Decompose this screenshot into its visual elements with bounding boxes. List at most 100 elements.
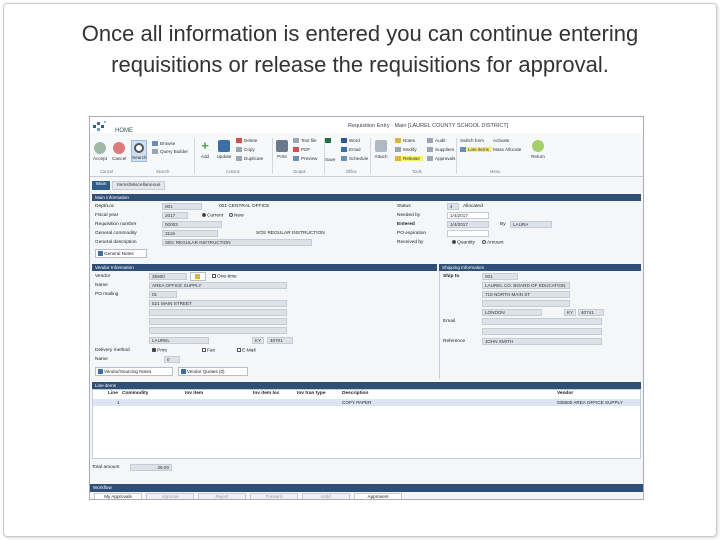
po-expiration-input[interactable] — [447, 230, 489, 237]
column-header-inv-item-loc[interactable]: Inv item loc — [253, 390, 279, 398]
approvals-button[interactable]: Approvals — [427, 156, 455, 162]
needed-by-input[interactable]: 1/4/2017 — [447, 212, 489, 219]
preview-icon — [293, 156, 299, 162]
text-file-label: Text file — [301, 138, 317, 143]
quantity-radio[interactable]: Quantity — [452, 240, 475, 245]
my-approvals-button[interactable]: My Approvals — [94, 493, 142, 499]
general-description-label: General description — [95, 240, 137, 245]
cancel-button[interactable]: Cancel — [112, 142, 126, 161]
email-checkbox[interactable]: E-Mail — [237, 348, 256, 353]
pdf-button[interactable]: PDF — [293, 147, 310, 153]
print-button[interactable]: Print — [275, 140, 289, 159]
column-header-description[interactable]: Description — [342, 390, 368, 398]
tab-miscellaneous[interactable]: Items/Miscellaneous — [112, 181, 166, 190]
copy-button[interactable]: Copy — [236, 147, 255, 153]
search-button[interactable]: Search — [131, 140, 147, 162]
tab-main[interactable]: Main — [92, 181, 111, 190]
ship-name-field[interactable]: LAUREL CO. BOARD OF EDUCATION — [482, 282, 570, 289]
one-time-checkbox[interactable]: One-time — [212, 274, 237, 279]
ship-address-line-2[interactable] — [482, 300, 570, 307]
vendor-quotes-button[interactable]: Vendor Quotes (0) — [178, 367, 248, 376]
ship-to-input[interactable]: 001 — [482, 273, 518, 280]
word-button[interactable]: Word — [341, 138, 360, 144]
activate-button[interactable]: Activate — [493, 138, 509, 143]
modify-button[interactable]: Modify — [395, 147, 417, 153]
vendor-lookup-button[interactable] — [190, 272, 206, 281]
release-button[interactable]: Release — [395, 156, 423, 162]
query-builder-button[interactable]: Query Builder — [152, 149, 188, 155]
vendor-sourcing-notes-button[interactable]: Vendor/Sourcing Notes — [95, 367, 173, 376]
dept-loc-input[interactable]: 001 — [162, 203, 202, 210]
amount-radio[interactable]: Amount — [482, 240, 504, 245]
new-label: New — [234, 213, 244, 219]
ship-to-label: Ship to — [443, 274, 460, 279]
approvers-button[interactable]: Approvers — [354, 493, 402, 499]
print-checkbox[interactable]: Print — [152, 348, 167, 353]
vendor-address-line-2[interactable] — [149, 309, 287, 316]
fiscal-year-input[interactable]: 2017 — [162, 212, 188, 219]
delete-icon — [236, 138, 242, 144]
accept-button[interactable]: Accept — [93, 142, 107, 161]
approve-button[interactable]: Approve — [146, 493, 194, 499]
duplicate-button[interactable]: Duplicate — [236, 156, 263, 162]
vendor-city-field[interactable]: LAUREL — [149, 337, 209, 344]
preview-button[interactable]: Preview — [293, 156, 317, 162]
add-button[interactable]: + Add — [198, 139, 212, 159]
vendor-state-field[interactable]: KY — [252, 337, 264, 344]
reference-input[interactable]: JOHN SMITH — [482, 338, 602, 345]
ship-state-field[interactable]: KY — [564, 309, 576, 316]
new-radio[interactable]: New — [229, 213, 244, 218]
attach-button[interactable]: Attach — [373, 140, 389, 159]
column-header-vendor[interactable]: Vendor — [557, 390, 573, 398]
ship-address-field[interactable]: 718 NORTH MAIN ST — [482, 291, 570, 298]
return-button[interactable]: Return — [530, 140, 546, 159]
vendor-address-line-3[interactable] — [149, 318, 287, 325]
notes-button[interactable]: Notes — [395, 138, 415, 144]
ribbon-separator — [272, 138, 273, 174]
ship-email-input[interactable] — [482, 318, 602, 325]
column-header-inv-item[interactable]: Inv item — [185, 390, 203, 398]
ship-city-field[interactable]: LONDON — [482, 309, 542, 316]
schedule-button[interactable]: Schedule — [341, 156, 368, 162]
name-field[interactable]: 0 — [164, 356, 180, 363]
fiscal-year-label: Fiscal year — [95, 213, 119, 218]
line-items-icon — [460, 147, 466, 153]
general-description-input[interactable]: SEC REGULAR INSTRUCTION — [162, 239, 312, 246]
excel-button[interactable] — [325, 138, 333, 144]
mass-allocate-button[interactable]: Mass Allocate — [493, 147, 521, 152]
switch-form-button[interactable]: Switch form — [460, 138, 484, 143]
fax-checkbox[interactable]: Fax — [202, 348, 215, 353]
email-label: Email — [349, 147, 361, 152]
column-header-inv-tran-type[interactable]: Inv tran type — [297, 390, 326, 398]
cancel-label: Cancel — [112, 156, 127, 161]
column-header-commodity[interactable]: Commodity — [122, 390, 148, 398]
save-button[interactable]: Save — [325, 157, 335, 162]
forward-button[interactable]: Forward — [250, 493, 298, 499]
vendor-address-line-4[interactable] — [149, 327, 287, 334]
vendor-address-line[interactable]: 521 MAIN STREET — [149, 300, 287, 307]
vendor-info-panel: Vendor 35600 One-time Name AREA OFFICE S… — [92, 271, 437, 379]
update-pencil-icon — [218, 140, 230, 152]
vendor-zip-field[interactable]: 40701 — [267, 337, 293, 344]
current-radio[interactable]: Current — [202, 213, 223, 218]
vendor-name-field[interactable]: AREA OFFICE SUPPLY — [149, 282, 287, 289]
suppliers-button[interactable]: Suppliers — [427, 147, 454, 153]
ship-extra-field[interactable] — [482, 328, 602, 335]
browse-button[interactable]: Browse — [152, 141, 175, 147]
audit-button[interactable]: Audit — [427, 138, 445, 144]
cell-description: COPY PAPER — [342, 400, 372, 405]
email-button[interactable]: Email — [341, 147, 361, 153]
general-commodity-input[interactable]: 3116 — [162, 230, 218, 237]
line-items-button[interactable]: Line items — [460, 147, 492, 153]
reject-button[interactable]: Reject — [198, 493, 246, 499]
vendor-input[interactable]: 35600 — [149, 273, 187, 280]
requisition-number-input[interactable]: 00003 — [162, 221, 222, 228]
text-file-button[interactable]: Text file — [293, 138, 317, 144]
update-button[interactable]: Update — [215, 140, 233, 159]
ship-zip-field[interactable]: 40741 — [578, 309, 604, 316]
general-notes-button[interactable]: General Notes — [95, 249, 147, 258]
delete-button[interactable]: Delete — [236, 138, 257, 144]
hold-button[interactable]: Hold — [302, 493, 350, 499]
po-mailing-input[interactable]: 01 — [149, 291, 177, 298]
column-header-line[interactable]: Line — [108, 390, 118, 398]
